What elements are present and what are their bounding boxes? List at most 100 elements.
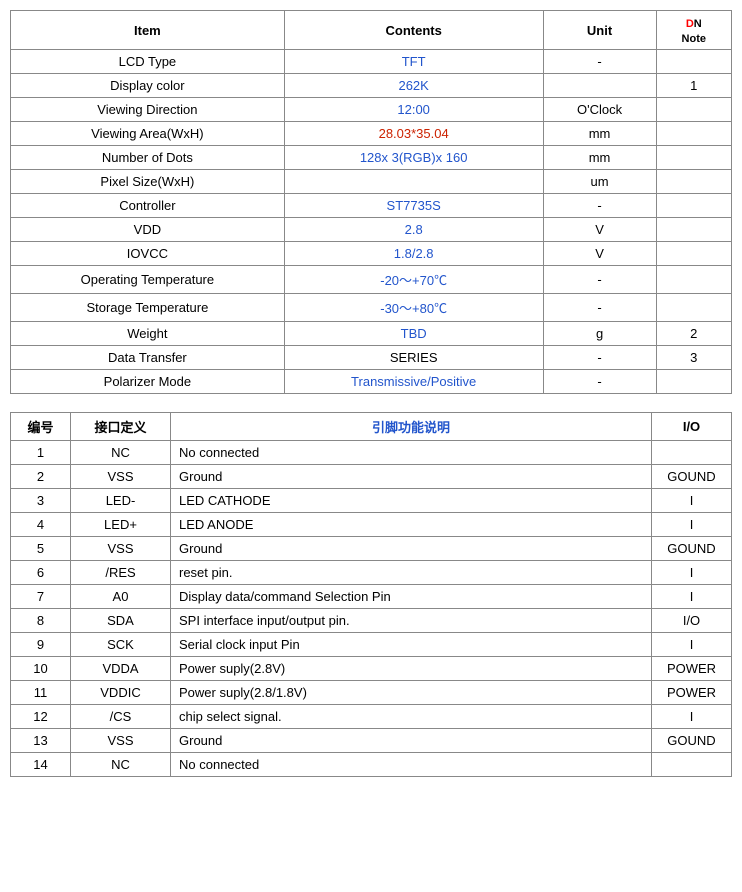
spec-item: Storage Temperature: [11, 294, 285, 322]
pin-description: No connected: [171, 441, 652, 465]
spec-item: VDD: [11, 218, 285, 242]
spec-unit: V: [543, 218, 656, 242]
col-iface: 接口定义: [71, 413, 171, 441]
col-io: I/O: [652, 413, 732, 441]
spec-unit: um: [543, 170, 656, 194]
spec-contents: TBD: [284, 322, 543, 346]
pin-io: GOUND: [652, 465, 732, 489]
pin-interface: SCK: [71, 633, 171, 657]
pin-row: 13VSSGroundGOUND: [11, 729, 732, 753]
spec-unit: mm: [543, 146, 656, 170]
table-row: Operating Temperature-20～+70℃-: [11, 266, 732, 294]
pin-table-section: 编号 接口定义 引脚功能说明 I/O 1NCNo connected2VSSGr…: [10, 412, 732, 777]
pin-io: POWER: [652, 657, 732, 681]
pin-number: 3: [11, 489, 71, 513]
spec-unit: [543, 74, 656, 98]
spec-unit: -: [543, 346, 656, 370]
pin-interface: VDDIC: [71, 681, 171, 705]
spec-unit: mm: [543, 122, 656, 146]
table-row: ControllerST7735S-: [11, 194, 732, 218]
pin-description: Ground: [171, 537, 652, 561]
pin-number: 5: [11, 537, 71, 561]
pin-io: POWER: [652, 681, 732, 705]
spec-note: [656, 98, 731, 122]
spec-note: [656, 146, 731, 170]
pin-description: Power suply(2.8/1.8V): [171, 681, 652, 705]
spec-note: [656, 370, 731, 394]
pin-description: Ground: [171, 465, 652, 489]
pin-row: 12/CSchip select signal.I: [11, 705, 732, 729]
pin-io: I: [652, 513, 732, 537]
spec-unit: g: [543, 322, 656, 346]
spec-item: Pixel Size(WxH): [11, 170, 285, 194]
spec-note: [656, 294, 731, 322]
pin-io: I: [652, 585, 732, 609]
pin-io: GOUND: [652, 537, 732, 561]
spec-unit: V: [543, 242, 656, 266]
pin-description: LED ANODE: [171, 513, 652, 537]
pin-row: 11VDDICPower suply(2.8/1.8V)POWER: [11, 681, 732, 705]
pin-row: 9SCKSerial clock input PinI: [11, 633, 732, 657]
pin-description: SPI interface input/output pin.: [171, 609, 652, 633]
pin-io: I/O: [652, 609, 732, 633]
spec-item: Data Transfer: [11, 346, 285, 370]
spec-note: [656, 122, 731, 146]
pin-interface: NC: [71, 441, 171, 465]
spec-contents: TFT: [284, 50, 543, 74]
pin-description: LED CATHODE: [171, 489, 652, 513]
pin-io: GOUND: [652, 729, 732, 753]
pin-row: 2VSSGroundGOUND: [11, 465, 732, 489]
pin-interface: LED+: [71, 513, 171, 537]
spec-item: LCD Type: [11, 50, 285, 74]
spec-item: Weight: [11, 322, 285, 346]
pin-description: reset pin.: [171, 561, 652, 585]
spec-note: 2: [656, 322, 731, 346]
spec-contents: -20～+70℃: [284, 266, 543, 294]
spec-table: Item Contents Unit DNNote LCD TypeTFT-Di…: [10, 10, 732, 394]
spec-item: Viewing Direction: [11, 98, 285, 122]
pin-row: 10VDDAPower suply(2.8V)POWER: [11, 657, 732, 681]
pin-io: I: [652, 561, 732, 585]
spec-note: [656, 266, 731, 294]
spec-item: Viewing Area(WxH): [11, 122, 285, 146]
pin-description: Ground: [171, 729, 652, 753]
pin-row: 6/RESreset pin.I: [11, 561, 732, 585]
pin-interface: LED-: [71, 489, 171, 513]
spec-contents: 128x 3(RGB)x 160: [284, 146, 543, 170]
spec-note: [656, 170, 731, 194]
pin-interface: /CS: [71, 705, 171, 729]
pin-row: 8SDASPI interface input/output pin.I/O: [11, 609, 732, 633]
spec-item: Display color: [11, 74, 285, 98]
spec-contents: Transmissive/Positive: [284, 370, 543, 394]
pin-number: 4: [11, 513, 71, 537]
table-row: Polarizer ModeTransmissive/Positive-: [11, 370, 732, 394]
table-row: VDD2.8V: [11, 218, 732, 242]
pin-row: 5VSSGroundGOUND: [11, 537, 732, 561]
table-row: Viewing Area(WxH)28.03*35.04mm: [11, 122, 732, 146]
spec-item: IOVCC: [11, 242, 285, 266]
pin-interface: VSS: [71, 465, 171, 489]
pin-row: 7A0Display data/command Selection PinI: [11, 585, 732, 609]
pin-io: [652, 753, 732, 777]
table-row: Display color262K1: [11, 74, 732, 98]
pin-number: 14: [11, 753, 71, 777]
pin-io: I: [652, 633, 732, 657]
spec-note: [656, 50, 731, 74]
spec-unit: -: [543, 294, 656, 322]
spec-unit: -: [543, 194, 656, 218]
table-row: Data TransferSERIES-3: [11, 346, 732, 370]
pin-interface: A0: [71, 585, 171, 609]
spec-note: 3: [656, 346, 731, 370]
spec-unit: -: [543, 266, 656, 294]
pin-row: 14NCNo connected: [11, 753, 732, 777]
spec-unit: O'Clock: [543, 98, 656, 122]
pin-number: 1: [11, 441, 71, 465]
pin-number: 11: [11, 681, 71, 705]
spec-contents: 262K: [284, 74, 543, 98]
pin-description: chip select signal.: [171, 705, 652, 729]
col-desc: 引脚功能说明: [171, 413, 652, 441]
spec-contents: 28.03*35.04: [284, 122, 543, 146]
pin-number: 9: [11, 633, 71, 657]
pin-number: 7: [11, 585, 71, 609]
pin-number: 12: [11, 705, 71, 729]
